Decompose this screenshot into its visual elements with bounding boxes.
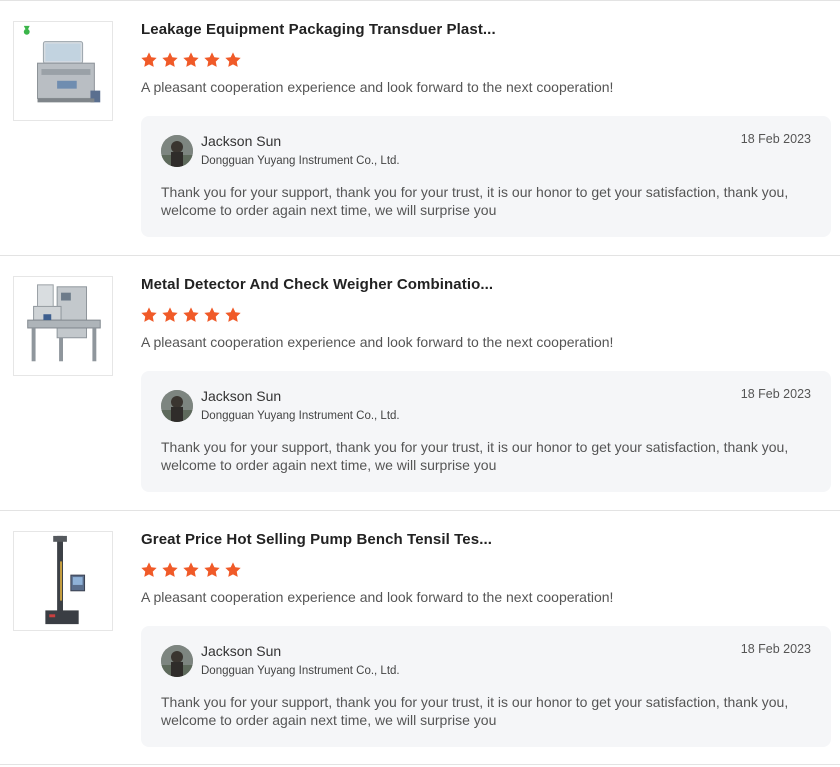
review-item: Metal Detector And Check Weigher Combina… bbox=[0, 255, 840, 510]
star-icon bbox=[225, 52, 241, 67]
product-image-metal-detector[interactable] bbox=[13, 276, 113, 376]
star-icon bbox=[183, 562, 199, 577]
rating-stars bbox=[140, 51, 242, 71]
reply-text: Thank you for your support, thank you fo… bbox=[161, 439, 789, 473]
reply-date: 18 Feb 2023 bbox=[740, 642, 811, 656]
product-title[interactable]: Great Price Hot Selling Pump Bench Tensi… bbox=[141, 531, 601, 548]
star-icon bbox=[141, 307, 157, 322]
star-icon bbox=[225, 307, 241, 322]
reply-date: 18 Feb 2023 bbox=[740, 387, 811, 401]
product-image-tensile-tester[interactable] bbox=[13, 531, 113, 631]
seller-reply: Jackson Sun Dongguan Yuyang Instrument C… bbox=[141, 626, 831, 747]
reply-company-name: Dongguan Yuyang Instrument Co., Ltd. bbox=[201, 410, 400, 422]
review-text: A pleasant cooperation experience and lo… bbox=[141, 334, 614, 350]
rating-stars bbox=[140, 306, 242, 326]
star-icon bbox=[204, 562, 220, 577]
star-icon bbox=[204, 307, 220, 322]
review-list: Leakage Equipment Packaging Transduer Pl… bbox=[0, 0, 840, 765]
reply-text: Thank you for your support, thank you fo… bbox=[161, 184, 789, 218]
star-icon bbox=[141, 52, 157, 67]
star-icon bbox=[183, 307, 199, 322]
star-icon bbox=[204, 52, 220, 67]
product-title[interactable]: Leakage Equipment Packaging Transduer Pl… bbox=[141, 21, 601, 38]
seller-reply: Jackson Sun Dongguan Yuyang Instrument C… bbox=[141, 116, 831, 237]
reply-author-name: Jackson Sun bbox=[201, 388, 282, 404]
star-icon bbox=[141, 562, 157, 577]
avatar bbox=[161, 645, 193, 677]
review-text: A pleasant cooperation experience and lo… bbox=[141, 79, 614, 95]
review-text: A pleasant cooperation experience and lo… bbox=[141, 589, 614, 605]
review-item: Great Price Hot Selling Pump Bench Tensi… bbox=[0, 510, 840, 765]
product-title[interactable]: Metal Detector And Check Weigher Combina… bbox=[141, 276, 601, 293]
reply-text: Thank you for your support, thank you fo… bbox=[161, 694, 789, 728]
reply-date: 18 Feb 2023 bbox=[740, 132, 811, 146]
star-icon bbox=[225, 562, 241, 577]
star-icon bbox=[183, 52, 199, 67]
avatar bbox=[161, 135, 193, 167]
reply-company-name: Dongguan Yuyang Instrument Co., Ltd. bbox=[201, 665, 400, 677]
avatar bbox=[161, 390, 193, 422]
star-icon bbox=[162, 52, 178, 67]
reply-author-name: Jackson Sun bbox=[201, 133, 282, 149]
seller-reply: Jackson Sun Dongguan Yuyang Instrument C… bbox=[141, 371, 831, 492]
star-icon bbox=[162, 307, 178, 322]
star-icon bbox=[162, 562, 178, 577]
reply-company-name: Dongguan Yuyang Instrument Co., Ltd. bbox=[201, 155, 400, 167]
reply-author-name: Jackson Sun bbox=[201, 643, 282, 659]
rating-stars bbox=[140, 561, 242, 581]
product-image-leakage-tester[interactable] bbox=[13, 21, 113, 121]
review-item: Leakage Equipment Packaging Transduer Pl… bbox=[0, 0, 840, 255]
